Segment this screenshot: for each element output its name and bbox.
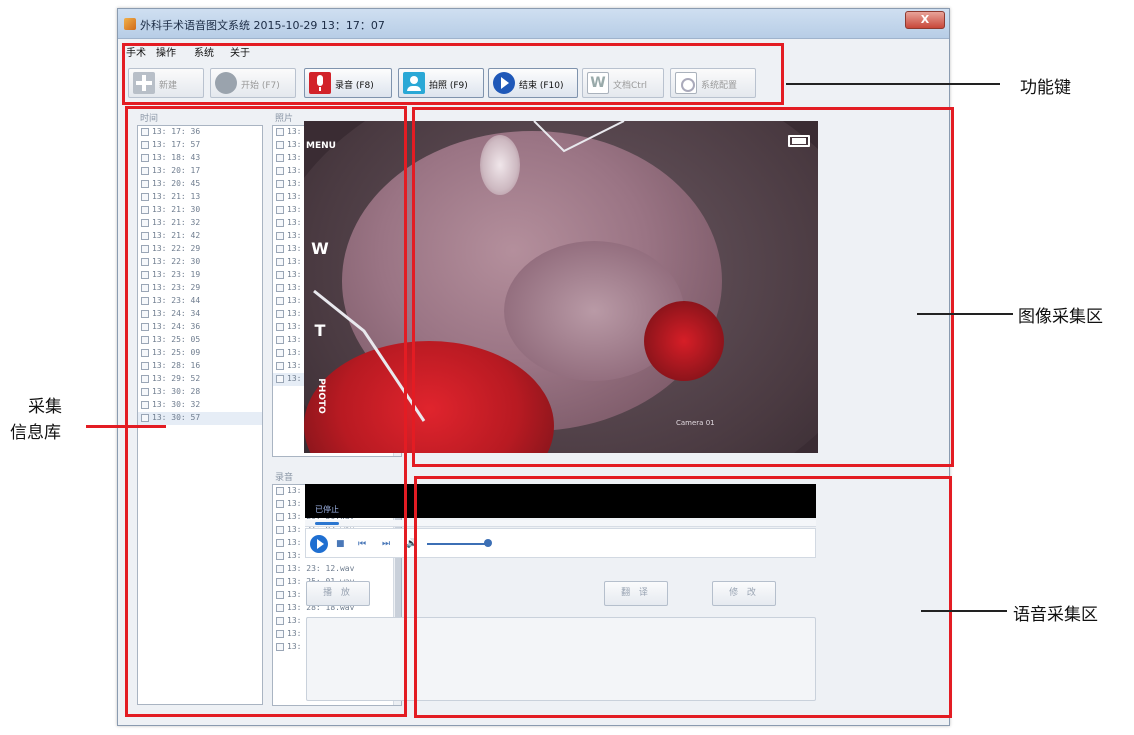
info-library-leader xyxy=(86,425,166,428)
info-library-box xyxy=(125,106,407,717)
image-area-label: 图像采集区 xyxy=(1018,307,1103,327)
function-keys-leader xyxy=(786,83,1000,85)
app-icon xyxy=(124,18,136,30)
image-area-leader xyxy=(917,313,1013,315)
voice-area-leader xyxy=(921,610,1007,612)
image-area-box xyxy=(412,107,954,467)
title-bar: 外科手术语音图文系统 2015-10-29 13：17：07 X xyxy=(118,9,949,39)
library-label-line1: 采集 xyxy=(28,397,62,417)
voice-area-label: 语音采集区 xyxy=(1013,605,1098,625)
function-keys-label: 功能键 xyxy=(1020,78,1071,98)
library-label-line2: 信息库 xyxy=(10,423,61,443)
close-button[interactable]: X xyxy=(905,11,945,29)
function-keys-box xyxy=(122,43,784,105)
voice-area-box xyxy=(414,476,952,718)
window-title: 外科手术语音图文系统 2015-10-29 13：17：07 xyxy=(140,19,385,32)
